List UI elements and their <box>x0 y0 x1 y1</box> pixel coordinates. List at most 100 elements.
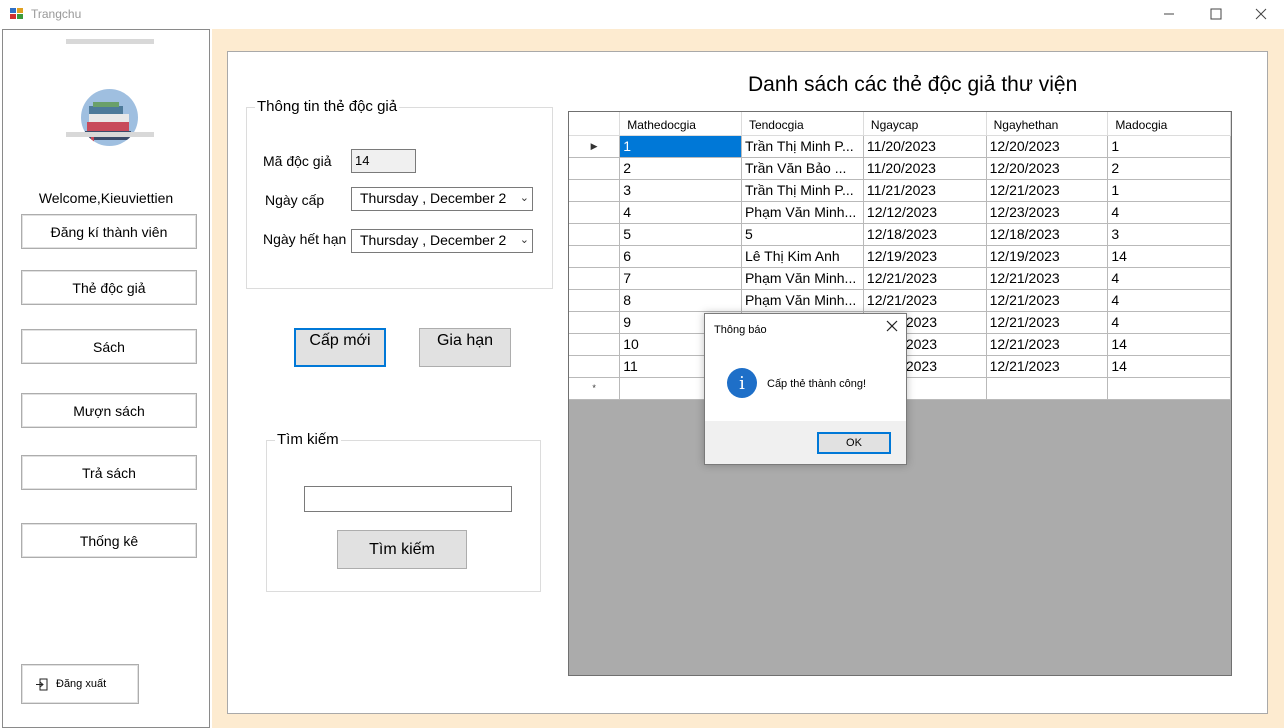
window-title: Trangchu <box>31 7 82 21</box>
table-cell[interactable]: Trần Văn Bảo ... <box>741 157 864 180</box>
table-cell[interactable]: 12/18/2023 <box>863 223 987 246</box>
table-cell[interactable]: 12/18/2023 <box>986 223 1109 246</box>
row-header[interactable] <box>569 201 621 224</box>
reader-id-field[interactable]: 14 <box>351 149 416 173</box>
expiry-date-picker[interactable]: Thursday , December 2 ⌄ <box>351 229 533 253</box>
nav-books-button[interactable]: Sách <box>21 329 197 364</box>
table-cell[interactable]: 14 <box>1107 333 1231 356</box>
table-cell[interactable]: 5 <box>741 223 864 246</box>
row-header[interactable] <box>569 355 621 378</box>
issue-date-picker[interactable]: Thursday , December 2 ⌄ <box>351 187 533 211</box>
nav-reader-card-button[interactable]: Thẻ độc giả <box>21 270 197 305</box>
row-header[interactable]: * <box>569 377 621 400</box>
table-cell[interactable]: Phạm Văn Minh... <box>741 201 864 224</box>
table-cell[interactable]: 2 <box>1107 157 1231 180</box>
column-header[interactable]: Ngaycap <box>863 112 987 136</box>
renew-button[interactable]: Gia hạn <box>419 328 511 367</box>
expiry-date-label: Ngày hết hạn <box>263 231 347 247</box>
nav-register-member-button[interactable]: Đăng kí thành viên <box>21 214 197 249</box>
table-cell[interactable]: 3 <box>1107 223 1231 246</box>
table-cell[interactable]: 8 <box>619 289 742 312</box>
search-input[interactable] <box>304 486 512 512</box>
row-header[interactable] <box>569 289 621 312</box>
table-cell[interactable]: 6 <box>619 245 742 268</box>
column-header[interactable]: Tendocgia <box>741 112 864 136</box>
table-cell[interactable]: 4 <box>1107 267 1231 290</box>
table-cell[interactable]: 3 <box>619 179 742 202</box>
dialog-close-button[interactable] <box>886 319 898 337</box>
table-cell[interactable]: 11/21/2023 <box>863 179 987 202</box>
column-header[interactable]: Mathedocgia <box>619 112 742 136</box>
table-cell[interactable]: 1 <box>1107 179 1231 202</box>
table-row[interactable]: 7 Phạm Văn Minh... 12/21/2023 12/21/2023 4 <box>569 267 1231 290</box>
table-cell[interactable]: 12/19/2023 <box>863 245 987 268</box>
nav-statistics-button[interactable]: Thống kê <box>21 523 197 558</box>
chevron-down-icon: ⌄ <box>517 233 529 246</box>
issue-new-button[interactable]: Cấp mới <box>294 328 386 367</box>
search-button[interactable]: Tìm kiếm <box>337 530 467 569</box>
row-header[interactable]: ▶ <box>569 135 621 158</box>
minimize-button[interactable] <box>1146 0 1192 28</box>
ok-button[interactable]: OK <box>817 432 891 454</box>
table-cell[interactable]: 12/21/2023 <box>986 311 1109 334</box>
table-cell[interactable]: 5 <box>619 223 742 246</box>
info-icon: i <box>727 368 757 398</box>
table-cell[interactable]: Trần Thị Minh P... <box>741 135 864 158</box>
table-cell[interactable]: 4 <box>1107 311 1231 334</box>
issue-date-label: Ngày cấp <box>265 192 325 208</box>
close-button[interactable] <box>1238 0 1284 28</box>
table-cell[interactable]: 11/20/2023 <box>863 135 987 158</box>
table-row[interactable]: 2 Trần Văn Bảo ... 11/20/2023 12/20/2023 2 <box>569 157 1231 180</box>
table-cell[interactable]: 12/19/2023 <box>986 245 1109 268</box>
close-icon <box>886 320 898 332</box>
table-row[interactable]: 6 Lê Thị Kim Anh 12/19/2023 12/19/2023 14 <box>569 245 1231 268</box>
table-cell[interactable]: 7 <box>619 267 742 290</box>
row-header[interactable] <box>569 333 621 356</box>
row-header[interactable] <box>569 311 621 334</box>
row-header[interactable] <box>569 245 621 268</box>
logout-button[interactable]: Đăng xuất <box>21 664 139 704</box>
table-cell[interactable]: 12/21/2023 <box>986 289 1109 312</box>
nav-borrow-button[interactable]: Mượn sách <box>21 393 197 428</box>
table-cell[interactable]: 1 <box>1107 135 1231 158</box>
expiry-date-value: Thursday , December 2 <box>360 232 507 248</box>
table-cell[interactable] <box>986 377 1109 400</box>
nav-return-button[interactable]: Trả sách <box>21 455 197 490</box>
table-row[interactable]: 5 5 12/18/2023 12/18/2023 3 <box>569 223 1231 246</box>
table-cell[interactable] <box>1107 377 1231 400</box>
table-cell[interactable]: 14 <box>1107 355 1231 378</box>
table-cell[interactable]: 12/21/2023 <box>863 267 987 290</box>
table-cell[interactable]: 2 <box>619 157 742 180</box>
maximize-button[interactable] <box>1193 0 1239 28</box>
table-cell[interactable]: Trần Thị Minh P... <box>741 179 864 202</box>
column-header[interactable]: Ngayhethan <box>986 112 1109 136</box>
table-cell[interactable]: 12/21/2023 <box>986 333 1109 356</box>
row-header[interactable] <box>569 157 621 180</box>
table-row[interactable]: 4 Phạm Văn Minh... 12/12/2023 12/23/2023 4 <box>569 201 1231 224</box>
table-cell[interactable]: 1 <box>619 135 742 158</box>
table-cell[interactable]: Lê Thị Kim Anh <box>741 245 864 268</box>
row-header[interactable] <box>569 267 621 290</box>
table-cell[interactable]: 4 <box>1107 289 1231 312</box>
table-cell[interactable]: 4 <box>619 201 742 224</box>
table-cell[interactable]: 12/12/2023 <box>863 201 987 224</box>
table-cell[interactable]: Phạm Văn Minh... <box>741 267 864 290</box>
table-cell[interactable]: 12/23/2023 <box>986 201 1109 224</box>
table-row[interactable]: 8 Phạm Văn Minh... 12/21/2023 12/21/2023 4 <box>569 289 1231 312</box>
table-cell[interactable]: 12/20/2023 <box>986 157 1109 180</box>
table-row[interactable]: 3 Trần Thị Minh P... 11/21/2023 12/21/2023 1 <box>569 179 1231 202</box>
table-cell[interactable]: 12/21/2023 <box>986 267 1109 290</box>
table-cell[interactable]: Phạm Văn Minh... <box>741 289 864 312</box>
table-cell[interactable]: 11/20/2023 <box>863 157 987 180</box>
row-header[interactable] <box>569 179 621 202</box>
column-header[interactable]: Madocgia <box>1107 112 1231 136</box>
row-header[interactable] <box>569 223 621 246</box>
table-cell[interactable]: 14 <box>1107 245 1231 268</box>
table-cell[interactable]: 12/20/2023 <box>986 135 1109 158</box>
table-cell[interactable]: 4 <box>1107 201 1231 224</box>
grid-title: Danh sách các thẻ độc giả thư viện <box>748 73 1078 96</box>
table-cell[interactable]: 12/21/2023 <box>986 355 1109 378</box>
table-cell[interactable]: 12/21/2023 <box>986 179 1109 202</box>
table-row[interactable]: ▶ 1 Trần Thị Minh P... 11/20/2023 12/20/2023… <box>569 135 1231 158</box>
table-cell[interactable]: 12/21/2023 <box>863 289 987 312</box>
